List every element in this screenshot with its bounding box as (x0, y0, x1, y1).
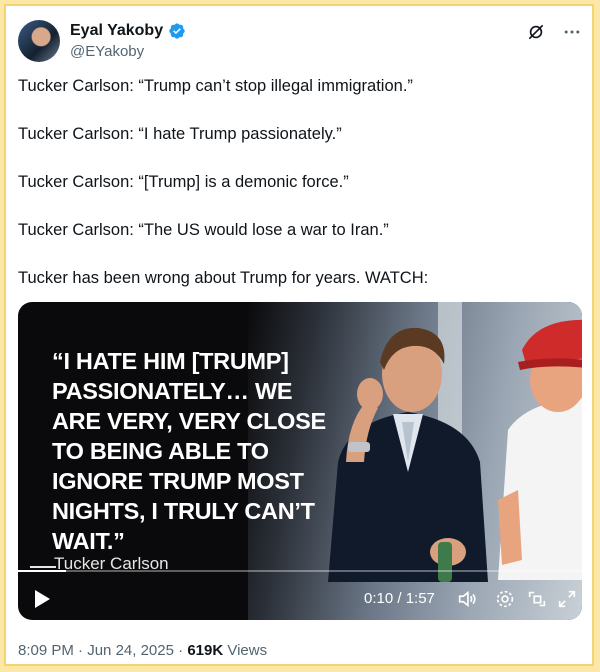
tweet-text: Tucker Carlson: “Trump can’t stop illega… (18, 76, 578, 316)
tweet-time[interactable]: 8:09 PM (18, 642, 74, 659)
views-label: Views (227, 642, 268, 659)
author-row: Eyal Yakoby (70, 22, 186, 40)
video-player[interactable]: “I HATE HIM [TRUMP] PASSIONATELY… WE ARE… (18, 302, 582, 620)
video-quote: “I HATE HIM [TRUMP] PASSIONATELY… WE ARE… (52, 346, 352, 556)
quote-line: IGNORE TRUMP MOST (52, 468, 304, 494)
grok-icon[interactable] (526, 22, 546, 42)
meta-separator: · (178, 642, 188, 659)
video-time: 0:10 / 1:57 (364, 590, 435, 607)
progress-fill (18, 570, 66, 572)
verified-badge-icon (169, 23, 185, 39)
progress-track[interactable] (18, 570, 582, 572)
settings-icon[interactable] (494, 588, 516, 615)
fullscreen-icon[interactable] (556, 588, 578, 615)
tweet-line: Tucker Carlson: “I hate Trump passionate… (18, 125, 342, 143)
quote-line: WAIT.” (52, 528, 125, 554)
tweet-line: Tucker Carlson: “Trump can’t stop illega… (18, 77, 413, 95)
volume-icon[interactable] (456, 588, 478, 615)
author-handle[interactable]: @EYakoby (70, 43, 144, 60)
author-name[interactable]: Eyal Yakoby (70, 22, 163, 40)
tweet-meta: 8:09 PM · Jun 24, 2025 · 619K Views (18, 642, 267, 659)
play-icon[interactable] (32, 588, 52, 615)
tweet-line: Tucker Carlson: “The US would lose a war… (18, 221, 389, 239)
more-icon[interactable] (562, 22, 582, 42)
tweet-card: Eyal Yakoby @EYakoby Tucker Carlson: “Tr… (4, 4, 594, 666)
quote-line: TO BEING ABLE TO (52, 438, 269, 464)
quote-line: ARE VERY, VERY CLOSE (52, 408, 326, 434)
pip-icon[interactable] (526, 588, 548, 615)
meta-separator: · (78, 642, 88, 659)
video-controls: 0:10 / 1:57 (18, 582, 582, 616)
views-count: 619K (187, 642, 224, 659)
tweet-date[interactable]: Jun 24, 2025 (87, 642, 174, 659)
quote-line: PASSIONATELY… WE (52, 378, 293, 404)
video-person-trump (498, 319, 582, 580)
attribution-dash (30, 566, 56, 568)
tweet-line: Tucker has been wrong about Trump for ye… (18, 269, 429, 287)
top-actions (526, 22, 582, 42)
quote-line: NIGHTS, I TRULY CAN’T (52, 498, 315, 524)
avatar[interactable] (18, 20, 60, 62)
quote-line: “I HATE HIM [TRUMP] (52, 348, 289, 374)
tweet-line: Tucker Carlson: “[Trump] is a demonic fo… (18, 173, 349, 191)
